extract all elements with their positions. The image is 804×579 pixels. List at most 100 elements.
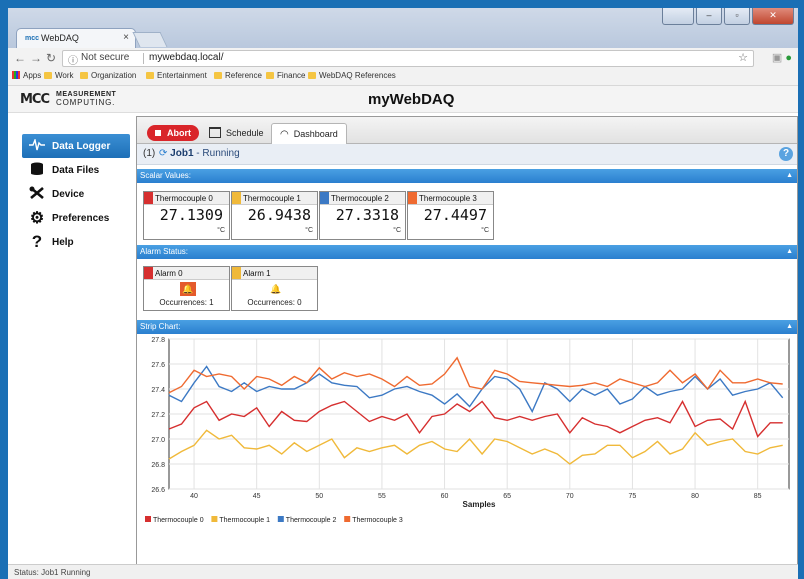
scalar-unit: °C	[393, 227, 401, 234]
app-header: MCC MEASUREMENT COMPUTING. myWebDAQ	[8, 86, 798, 113]
extensions-icons: ▣ ●	[772, 51, 792, 64]
collapse-caret-icon[interactable]: ▲	[786, 245, 793, 259]
strip-chart: 26.6 26.8 27.0 27.2 27.4 27.6 27.8 40 45 50 55 60 65…	[137, 335, 797, 555]
bell-inactive-icon: 🔔	[268, 282, 284, 296]
profile-button[interactable]	[662, 8, 694, 25]
sidebar-item-device[interactable]: Device	[22, 182, 132, 206]
title-bar: mcc WebDAQ × – ▫ ✕	[8, 8, 798, 49]
scalar-card-tc0: Thermocouple 0 27.1309 °C	[143, 191, 230, 240]
tab-schedule[interactable]: Schedule	[209, 123, 264, 142]
sidebar: Data Logger Data Files Device ⚙ Preferen…	[22, 134, 132, 254]
security-label: Not secure	[81, 52, 130, 63]
y-tick-label: 27.6	[151, 362, 165, 369]
window-controls: – ▫ ✕	[662, 8, 794, 25]
strip-chart-svg: 26.6 26.8 27.0 27.2 27.4 27.6 27.8 40 45 50 55 60 65…	[145, 337, 790, 524]
y-tick-label: 27.0	[151, 437, 165, 444]
alarm-status-header[interactable]: Alarm Status: ▲	[137, 245, 797, 259]
bell-active-icon: 🔔	[180, 282, 196, 296]
extension-icon[interactable]: ▣	[772, 52, 782, 64]
help-icon[interactable]: ?	[779, 147, 793, 161]
scalar-card-tc1: Thermocouple 1 26.9438 °C	[231, 191, 318, 240]
extension-green-icon[interactable]: ●	[785, 52, 792, 64]
waveform-icon	[26, 137, 48, 154]
bookmarks-bar: Apps Work Organization Entertainment Ref…	[8, 68, 798, 86]
star-icon[interactable]: ☆	[738, 51, 748, 64]
scalar-unit: °C	[481, 227, 489, 234]
legend-swatch-1	[211, 516, 218, 522]
bookmark-organization[interactable]: Organization	[80, 71, 136, 80]
app-title: myWebDAQ	[368, 91, 455, 108]
mcc-logo: MCC MEASUREMENT COMPUTING.	[20, 91, 117, 107]
scalar-values-header[interactable]: Scalar Values: ▲	[137, 169, 797, 183]
bookmark-finance[interactable]: Finance	[266, 71, 305, 80]
bookmark-apps[interactable]: Apps	[12, 71, 41, 80]
alarm-occurrences: Occurrences: 1	[159, 298, 214, 307]
database-icon	[26, 162, 48, 178]
x-tick-label: 55	[378, 493, 386, 500]
browser-tab[interactable]: mcc WebDAQ ×	[16, 28, 136, 49]
close-window-button[interactable]: ✕	[752, 8, 794, 25]
x-tick-label: 50	[315, 493, 323, 500]
bookmark-reference[interactable]: Reference	[214, 71, 262, 80]
address-bar[interactable]: ⓘ Not secure mywebdaq.local/ ☆	[62, 50, 754, 67]
tab-dashboard[interactable]: ◠ Dashboard	[271, 123, 347, 145]
folder-icon	[266, 72, 274, 79]
scalar-unit: °C	[305, 227, 313, 234]
color-swatch	[144, 267, 153, 279]
browser-window: mcc WebDAQ × – ▫ ✕ ← → ↻ ⓘ Not secure my…	[8, 8, 798, 579]
scalar-value: 27.3318	[335, 206, 399, 224]
new-tab-button[interactable]	[132, 32, 168, 47]
apps-grid-icon	[12, 71, 20, 79]
legend-label-1: Thermocouple 1	[219, 517, 270, 524]
bookmark-work[interactable]: Work	[44, 71, 74, 80]
folder-icon	[146, 72, 154, 79]
x-axis-label: Samples	[463, 500, 496, 509]
scalar-value: 27.4497	[423, 206, 487, 224]
collapse-caret-icon[interactable]: ▲	[786, 320, 793, 334]
folder-icon	[308, 72, 316, 79]
sidebar-item-preferences[interactable]: ⚙ Preferences	[22, 206, 132, 230]
job-toolbar: Abort Schedule ◠ Dashboard	[137, 117, 797, 145]
abort-button[interactable]: Abort	[147, 125, 199, 141]
maximize-button[interactable]: ▫	[724, 8, 750, 25]
scalar-unit: °C	[217, 227, 225, 234]
job-name: Job1	[170, 148, 194, 159]
sidebar-item-data-logger[interactable]: Data Logger	[22, 134, 130, 158]
main-panel: Abort Schedule ◠ Dashboard (1) ⟳ Job1 - …	[136, 116, 798, 565]
legend-swatch-3	[344, 516, 351, 522]
legend-label-3: Thermocouple 3	[352, 517, 403, 524]
sidebar-item-help[interactable]: ? Help	[22, 230, 132, 254]
calendar-icon	[209, 127, 221, 138]
stop-icon	[155, 130, 161, 136]
reload-icon[interactable]: ↻	[46, 51, 56, 65]
spinner-icon: ⟳	[159, 148, 168, 159]
x-tick-label: 80	[691, 493, 699, 500]
job-label: ⟳ Job1 - Running	[159, 148, 240, 159]
divider	[143, 53, 144, 64]
color-swatch	[232, 267, 241, 279]
scalar-card-tc2: Thermocouple 2 27.3318 °C	[319, 191, 406, 240]
bookmark-entertainment[interactable]: Entertainment	[146, 71, 207, 80]
gauge-icon: ◠	[280, 128, 289, 140]
forward-icon[interactable]: →	[30, 51, 42, 65]
strip-chart-header[interactable]: Strip Chart: ▲	[137, 320, 797, 334]
x-tick-label: 75	[629, 493, 637, 500]
y-tick-label: 27.8	[151, 337, 165, 344]
legend-label-2: Thermocouple 2	[286, 517, 337, 524]
close-tab-icon[interactable]: ×	[123, 32, 129, 43]
scalar-value: 27.1309	[159, 206, 223, 224]
collapse-caret-icon[interactable]: ▲	[786, 169, 793, 183]
status-bar: Status: Job1 Running	[8, 564, 798, 579]
favicon-icon: mcc	[25, 35, 40, 42]
back-icon[interactable]: ←	[14, 51, 26, 65]
bookmark-webdaq-references[interactable]: WebDAQ References	[308, 71, 396, 80]
sidebar-item-data-files[interactable]: Data Files	[22, 158, 132, 182]
browser-toolbar: ← → ↻ ⓘ Not secure mywebdaq.local/ ☆ ▣ ●	[8, 48, 798, 68]
job-status-row: (1) ⟳ Job1 - Running ?	[137, 144, 797, 165]
tab-title: WebDAQ	[41, 33, 79, 43]
x-tick-label: 70	[566, 493, 574, 500]
minimize-button[interactable]: –	[696, 8, 722, 25]
url-text: mywebdaq.local/	[149, 52, 224, 63]
color-swatch	[320, 192, 329, 204]
x-tick-label: 60	[441, 493, 449, 500]
